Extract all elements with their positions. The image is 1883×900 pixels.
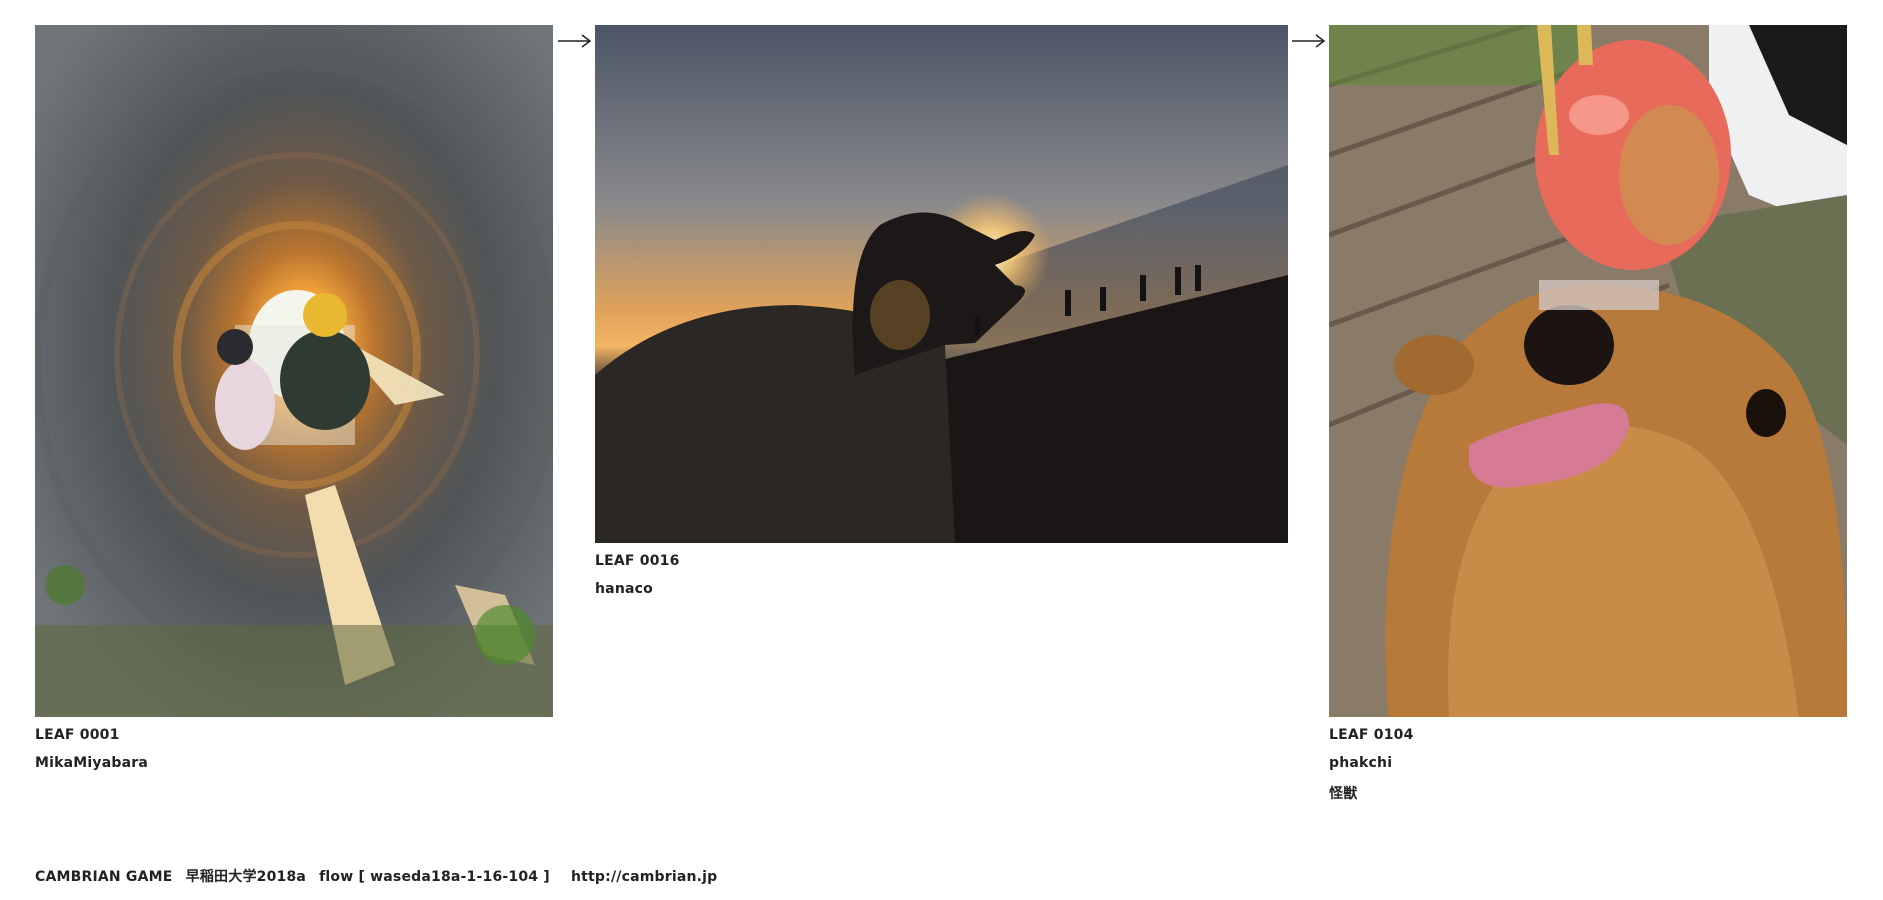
leaf-id-label: LEAF 0104 <box>1329 727 1414 743</box>
right-arrow-icon <box>1291 33 1327 49</box>
leaf-photo-dog[interactable] <box>1329 25 1847 717</box>
leaf-note-label: 怪獣 <box>1329 786 1358 802</box>
sunset-photo-graphic <box>595 25 1288 543</box>
leaf-id-label: LEAF 0001 <box>35 727 120 743</box>
footer-course-label: 早稲田大学2018a <box>185 869 307 885</box>
leaf-photo-tunnel[interactable] <box>35 25 553 717</box>
footer-flow-label: flow [ waseda18a-1-16-104 ] <box>319 869 550 885</box>
leaf-id-label: LEAF 0016 <box>595 553 680 569</box>
tunnel-photo-graphic <box>35 25 553 717</box>
leaf-photo-sunset[interactable] <box>595 25 1288 543</box>
footer-brand-link[interactable]: CAMBRIAN GAME <box>35 869 173 885</box>
right-arrow-icon <box>557 33 593 49</box>
footer: CAMBRIAN GAME 早稲田大学2018a flow [ waseda18… <box>35 866 717 886</box>
footer-url-link[interactable]: http://cambrian.jp <box>571 869 717 885</box>
leaf-author-link[interactable]: MikaMiyabara <box>35 755 148 771</box>
dog-photo-graphic <box>1329 25 1847 717</box>
leaf-author-link[interactable]: hanaco <box>595 581 653 597</box>
leaf-author-link[interactable]: phakchi <box>1329 755 1392 771</box>
